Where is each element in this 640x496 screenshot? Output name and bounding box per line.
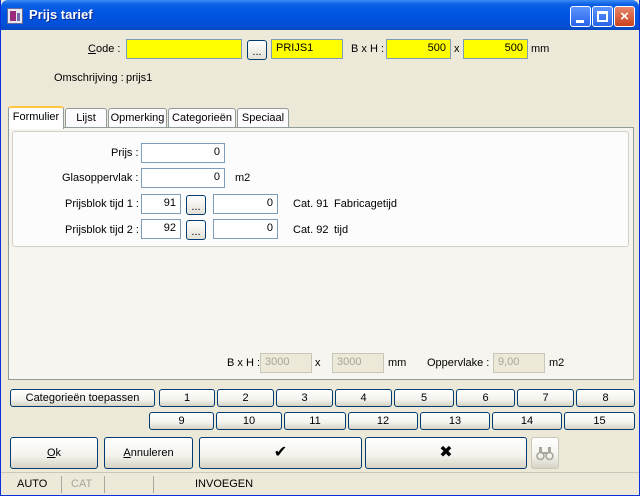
category-button-8[interactable]: 8 [576, 389, 635, 407]
category-button-1[interactable]: 1 [159, 389, 215, 407]
category-button-2[interactable]: 2 [217, 389, 274, 407]
prijsblok2-desc: tijd [334, 224, 349, 236]
close-icon: × [620, 8, 629, 25]
status-mode: AUTO [13, 476, 62, 493]
minimize-button[interactable] [570, 6, 591, 27]
category-button-6[interactable]: 6 [456, 389, 515, 407]
category-button-4[interactable]: 4 [335, 389, 392, 407]
reject-button[interactable]: ✖ [365, 437, 527, 469]
omschrijving-value: prijs1 [126, 72, 153, 84]
bottom-width-field: 3000 [260, 353, 312, 373]
category-button-12[interactable]: 12 [348, 412, 418, 430]
status-cat: CAT [67, 476, 105, 493]
prijsblok1-cat-label: Cat. 91 [293, 198, 329, 210]
oppervlakte-field: 9,00 [493, 353, 545, 373]
oppervlakte-label: Oppervlake : [427, 357, 490, 369]
category-button-13[interactable]: 13 [420, 412, 490, 430]
category-button-11[interactable]: 11 [284, 412, 346, 430]
status-bar: AUTO CAT INVOEGEN [1, 472, 639, 495]
formulier-panel [8, 127, 634, 380]
prijsblok1-desc: Fabricagetijd [334, 198, 397, 210]
confirm-button[interactable]: ✔ [199, 437, 362, 469]
code-label: Code : [88, 43, 121, 55]
bottom-x-separator: x [315, 357, 321, 369]
annuleren-button[interactable]: Annuleren [104, 437, 193, 469]
code-name-field[interactable]: PRIJS1 [271, 39, 343, 59]
prijs-input[interactable]: 0 [141, 143, 225, 163]
oppervlakte-unit: m2 [549, 357, 565, 369]
prijsblok1-cat-input[interactable]: 91 [141, 194, 181, 214]
maximize-button[interactable] [592, 6, 613, 27]
status-action: INVOEGEN [195, 478, 254, 490]
category-button-9[interactable]: 9 [149, 412, 214, 430]
prijsblok2-value-input[interactable]: 0 [213, 219, 278, 239]
prijsblok2-cat-label: Cat. 92 [293, 224, 329, 236]
bottom-bxh-label: B x H : [227, 357, 261, 369]
omschrijving-label: Omschrijving : [54, 72, 124, 84]
category-button-14[interactable]: 14 [492, 412, 562, 430]
checkmark-icon: ✔ [273, 444, 288, 461]
glasoppervlak-input[interactable]: 0 [141, 168, 225, 188]
code-input[interactable] [126, 39, 242, 59]
category-button-3[interactable]: 3 [276, 389, 333, 407]
x-separator: x [454, 43, 460, 55]
glasoppervlak-label: Glasoppervlak : [62, 172, 139, 184]
mm-unit: mm [531, 43, 550, 55]
tab-opmerking[interactable]: Opmerking [108, 108, 167, 128]
category-button-5[interactable]: 5 [394, 389, 454, 407]
height-input[interactable]: 500 [463, 39, 528, 59]
search-button[interactable] [531, 437, 559, 469]
prijs-label: Prijs : [111, 147, 139, 159]
tab-lijst[interactable]: Lijst [65, 108, 107, 128]
bottom-height-field: 3000 [332, 353, 384, 373]
category-button-15[interactable]: 15 [564, 412, 635, 430]
status-empty [109, 476, 154, 493]
tab-categorieen[interactable]: Categorieën [168, 108, 236, 128]
bxh-label: B x H : [351, 43, 385, 55]
window-title: Prijs tarief [29, 7, 93, 22]
prijsblok1-label: Prijsblok tijd 1 : [65, 198, 139, 210]
title-bar[interactable]: Prijs tarief × [1, 0, 639, 30]
app-icon [7, 8, 23, 24]
cross-icon: ✖ [439, 444, 453, 461]
tab-formulier[interactable]: Formulier [8, 106, 64, 129]
bottom-mm-unit: mm [388, 357, 407, 369]
prijsblok1-value-input[interactable]: 0 [213, 194, 278, 214]
category-button-7[interactable]: 7 [517, 389, 574, 407]
ok-button[interactable]: Ok [10, 437, 98, 469]
category-button-10[interactable]: 10 [216, 412, 282, 430]
prijs-tarief-window: Prijs tarief × Code : ... PRIJS1 B x H :… [0, 0, 640, 496]
binoculars-icon [536, 447, 554, 461]
prijsblok2-label: Prijsblok tijd 2 : [65, 224, 139, 236]
tab-speciaal[interactable]: Speciaal [237, 108, 289, 128]
code-lookup-button[interactable]: ... [247, 40, 267, 60]
prijsblok2-lookup-button[interactable]: ... [186, 220, 206, 240]
close-button[interactable]: × [614, 6, 635, 27]
width-input[interactable]: 500 [386, 39, 451, 59]
prijsblok2-cat-input[interactable]: 92 [141, 219, 181, 239]
categorieen-toepassen-button[interactable]: Categorieën toepassen [10, 389, 155, 407]
m2-unit: m2 [235, 172, 251, 184]
prijsblok1-lookup-button[interactable]: ... [186, 195, 206, 215]
